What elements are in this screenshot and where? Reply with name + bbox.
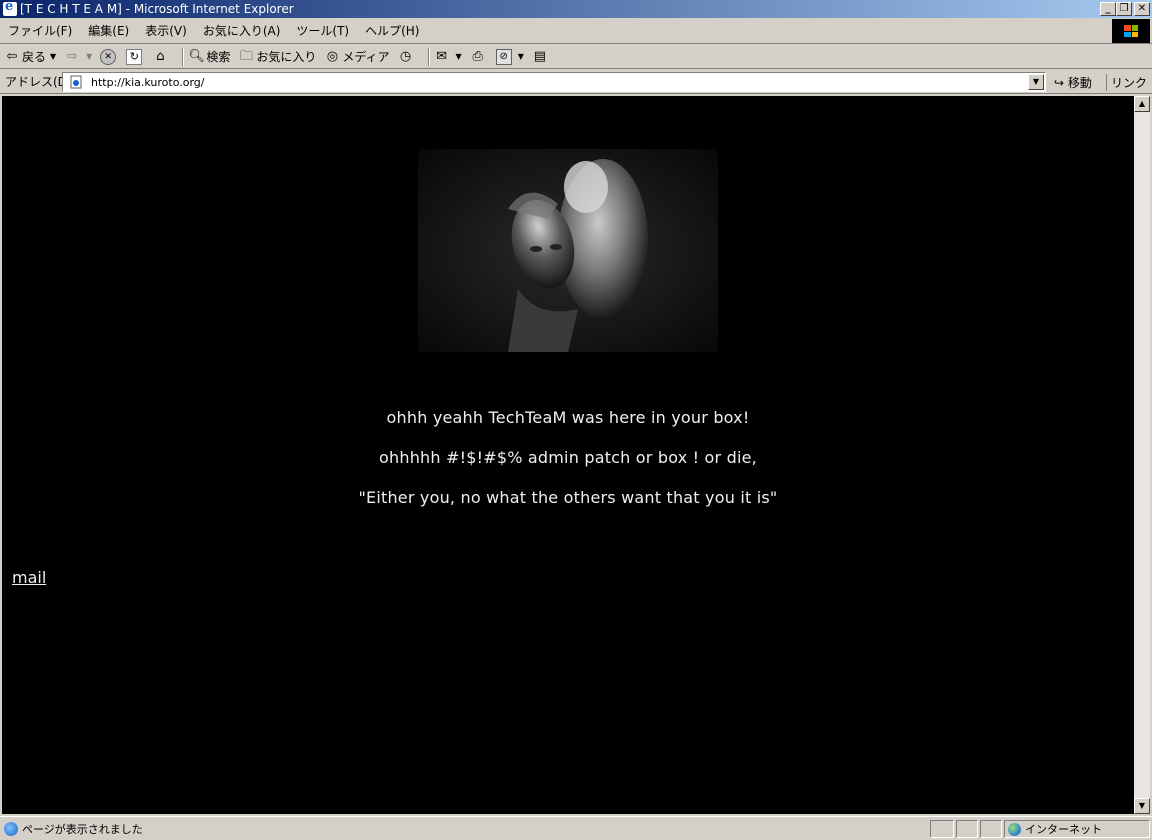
- mannequin-artwork: [418, 149, 718, 352]
- menu-edit[interactable]: 編集(E): [80, 22, 137, 39]
- document-icon: ▤: [533, 48, 546, 64]
- forward-button[interactable]: ⇨ ▼: [64, 48, 93, 65]
- stop-icon: ✕: [100, 48, 117, 65]
- chevron-down-icon[interactable]: ▼: [518, 52, 524, 61]
- status-pane: [930, 820, 954, 838]
- edit-button[interactable]: ⊘ ▼: [495, 48, 524, 65]
- windows-logo-icon: [1112, 19, 1150, 43]
- forward-arrow-icon: ⇨: [66, 48, 78, 64]
- search-label: 検索: [206, 50, 231, 64]
- status-text: ページが表示されました: [22, 822, 143, 836]
- globe-icon: [1008, 822, 1021, 836]
- status-bar: ページが表示されました インターネット: [0, 816, 1152, 840]
- refresh-button[interactable]: ↻: [126, 48, 144, 65]
- back-arrow-icon: ⇦: [6, 48, 18, 64]
- media-label: メディア: [342, 50, 390, 64]
- media-icon: ◎: [326, 48, 339, 64]
- zone-label: インターネット: [1025, 823, 1102, 836]
- ie-icon[interactable]: [3, 0, 17, 16]
- message-line-1: ohhh yeahh TechTeaM was here in your box…: [386, 408, 750, 427]
- address-bar: アドレス(D) http://kia.kuroto.org/ ▼ ↪ 移動 リン…: [0, 70, 1152, 94]
- menu-favorites[interactable]: お気に入り(A): [195, 22, 289, 39]
- edit-icon: ⊘: [495, 48, 512, 65]
- message-line-2: ohhhhh #!$!#$% admin patch or box ! or d…: [379, 448, 757, 467]
- page-viewport: ohhh yeahh TechTeaM was here in your box…: [2, 96, 1134, 814]
- window-title: [T E C H T E A M] - Microsoft Internet E…: [20, 2, 294, 16]
- links-button[interactable]: リンク »: [1106, 74, 1152, 91]
- history-button[interactable]: ◷: [398, 49, 416, 65]
- home-button[interactable]: ⌂: [152, 49, 170, 65]
- stop-button[interactable]: ✕: [100, 48, 118, 65]
- discuss-button[interactable]: ▤: [532, 49, 550, 65]
- title-bar: [T E C H T E A M] - Microsoft Internet E…: [0, 0, 1152, 18]
- security-zone: インターネット: [1004, 820, 1150, 838]
- search-button[interactable]: 🔍︎ 検索: [188, 48, 230, 65]
- scroll-down-button[interactable]: ▼: [1134, 798, 1150, 814]
- back-label: 戻る: [22, 50, 47, 64]
- print-button[interactable]: ⎙: [470, 49, 488, 65]
- restore-button[interactable]: ❐: [1116, 2, 1132, 16]
- scroll-up-button[interactable]: ▲: [1134, 96, 1150, 112]
- toolbar-separator: [182, 47, 185, 66]
- status-pane: [956, 820, 978, 838]
- go-arrow-icon: ↪: [1054, 76, 1065, 90]
- page-loaded-icon: [4, 821, 18, 836]
- page-icon: [69, 75, 83, 89]
- home-icon: ⌂: [156, 48, 165, 64]
- go-button[interactable]: ↪ 移動: [1054, 74, 1092, 91]
- mail-icon: ✉: [436, 48, 447, 64]
- menu-file[interactable]: ファイル(F): [0, 22, 80, 39]
- printer-icon: ⎙: [472, 48, 483, 64]
- favorites-folder-icon: 🗀: [239, 48, 253, 64]
- message-line-3: "Either you, no what the others want tha…: [358, 488, 778, 507]
- favorites-button[interactable]: 🗀 お気に入り: [238, 48, 317, 65]
- window-controls: _ ❐ ✕: [1100, 2, 1150, 16]
- refresh-icon: ↻: [126, 48, 143, 65]
- close-button[interactable]: ✕: [1134, 2, 1150, 16]
- menu-bar: ファイル(F) 編集(E) 表示(V) お気に入り(A) ツール(T) ヘルプ(…: [0, 18, 1152, 44]
- chevron-down-icon[interactable]: ▼: [50, 52, 56, 61]
- standard-toolbar: ⇦ 戻る ▼ ⇨ ▼ ✕ ↻ ⌂ 🔍︎ 検索 🗀 お気に入り ◎ メディア ◷ …: [0, 45, 1152, 69]
- mannequin-image: [418, 149, 718, 352]
- menu-tools[interactable]: ツール(T): [288, 22, 357, 39]
- chevron-down-icon[interactable]: ▼: [456, 52, 462, 61]
- vertical-scrollbar[interactable]: ▲ ▼: [1134, 96, 1150, 814]
- address-input[interactable]: http://kia.kuroto.org/ ▼: [62, 72, 1046, 92]
- go-label: 移動: [1067, 76, 1092, 90]
- media-button[interactable]: ◎ メディア: [324, 48, 390, 65]
- history-icon: ◷: [399, 48, 412, 64]
- status-panes: [930, 820, 1004, 838]
- favorites-label: お気に入り: [256, 50, 317, 64]
- toolbar-separator: [427, 47, 430, 66]
- address-url[interactable]: http://kia.kuroto.org/: [87, 76, 1028, 89]
- menu-view[interactable]: 表示(V): [137, 22, 195, 39]
- mail-menu-button[interactable]: ✉ ▼: [434, 49, 462, 65]
- menu-help[interactable]: ヘルプ(H): [357, 22, 427, 39]
- minimize-button[interactable]: _: [1100, 2, 1116, 16]
- back-button[interactable]: ⇦ 戻る ▼: [4, 48, 57, 65]
- mail-link[interactable]: mail: [12, 568, 46, 587]
- chevron-down-icon[interactable]: ▼: [86, 52, 92, 61]
- search-icon: 🔍︎: [188, 48, 205, 64]
- status-pane: [980, 820, 1002, 838]
- chevron-down-icon[interactable]: ▼: [1028, 74, 1044, 90]
